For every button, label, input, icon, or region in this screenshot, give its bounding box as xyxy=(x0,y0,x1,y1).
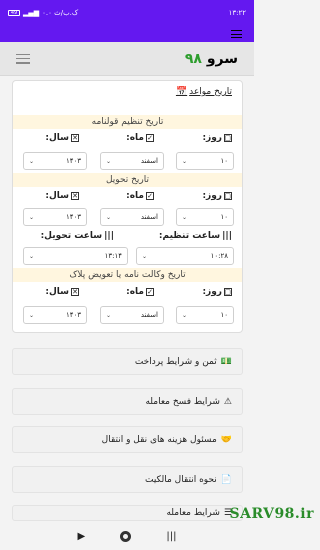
year-label: ✕ سال: xyxy=(45,191,79,201)
checkbox-icon: ▢ xyxy=(224,288,232,296)
app-bar xyxy=(0,26,254,42)
year-select[interactable]: ⌄ ۱۴۰۳ xyxy=(23,306,87,324)
day-select[interactable]: ⌄ ۱۰ xyxy=(176,152,234,170)
handshake-icon: 🤝 xyxy=(220,434,232,445)
accordion-label: نحوه انتقال مالکیت xyxy=(144,474,217,485)
day-label: ▢ روز: xyxy=(202,133,232,143)
year-label: ✕ سال: xyxy=(45,133,79,143)
month-select[interactable]: ⌄ اسفند xyxy=(100,208,164,226)
home-icon[interactable] xyxy=(120,530,132,542)
month-select[interactable]: ⌄ اسفند xyxy=(100,152,164,170)
accordion-label: شرایط فسخ معامله xyxy=(145,396,220,407)
back-icon[interactable]: ▶ xyxy=(78,531,86,542)
accordion-transfer-costs[interactable]: مسئول هزینه های نقل و انتقال 🤝 xyxy=(12,426,243,453)
accordion-payment[interactable]: ثمن و شرایط پرداخت 💵 xyxy=(12,348,243,375)
android-nav-bar: ▶ ||| xyxy=(0,522,254,550)
money-icon: 💵 xyxy=(220,356,232,367)
brand-number: ۹۸ xyxy=(184,50,202,67)
year-label: ✕ سال: xyxy=(45,287,79,297)
month-select[interactable]: ⌄ اسفند xyxy=(100,306,164,324)
barcode-icon: ||| xyxy=(222,231,232,241)
checkbox-icon: ✓ xyxy=(146,134,154,142)
barcode-icon: ||| xyxy=(104,231,114,241)
section-title-contract: تاریخ تنظیم قولنامه xyxy=(13,115,242,129)
year-select[interactable]: ⌄ ۱۴۰۳ xyxy=(23,208,87,226)
site-header: سرو ۹۸ xyxy=(0,42,254,76)
checkbox-icon: ✕ xyxy=(71,288,79,296)
dates-card: 📅 تاریخ مواعد تاریخ تنظیم قولنامه ▢ روز: … xyxy=(12,80,243,333)
accordion-label: شرایط معامله xyxy=(166,508,220,518)
document-icon: 📄 xyxy=(220,474,232,485)
battery-icon: 49 xyxy=(8,10,20,16)
brand-logo[interactable]: سرو ۹۸ xyxy=(185,51,238,67)
net-speed: ۰.۰ ک.ب/ث xyxy=(42,9,79,17)
time-delivery-select[interactable]: ⌄ ۱۳:۱۴ xyxy=(23,247,128,265)
status-left: 49 ▂▄▆ ۰.۰ ک.ب/ث xyxy=(8,9,78,17)
signal-icon: ▂▄▆ xyxy=(23,9,40,17)
status-bar: 49 ▂▄▆ ۰.۰ ک.ب/ث ۱۳:۲۲ xyxy=(0,0,254,26)
checkbox-icon: ✓ xyxy=(146,192,154,200)
year-select[interactable]: ⌄ ۱۴۰۳ xyxy=(23,152,87,170)
day-label: ▢ روز: xyxy=(202,287,232,297)
accordion-cancellation[interactable]: شرایط فسخ معامله ⚠ xyxy=(12,388,243,415)
day-label: ▢ روز: xyxy=(202,191,232,201)
accordion-terms[interactable]: شرایط معامله ☰ xyxy=(12,505,243,521)
recents-icon[interactable]: ||| xyxy=(166,531,176,542)
checkbox-icon: ▢ xyxy=(224,192,232,200)
clock: ۱۳:۲۲ xyxy=(228,9,246,17)
checkbox-icon: ✕ xyxy=(71,192,79,200)
time-set-label: ||| ساعت تنظیم: xyxy=(158,231,232,241)
section-title-delivery: تاریخ تحویل xyxy=(13,173,242,187)
calendar-icon: 📅 xyxy=(175,87,188,97)
accordion-label: مسئول هزینه های نقل و انتقال xyxy=(101,434,217,445)
brand-text: سرو xyxy=(206,50,238,67)
month-label: ✓ ماه: xyxy=(126,133,154,143)
checkbox-icon: ✕ xyxy=(71,134,79,142)
top-menu-icon[interactable] xyxy=(231,30,242,38)
month-label: ✓ ماه: xyxy=(126,287,154,297)
card-title: 📅 تاریخ مواعد xyxy=(176,87,232,97)
watermark: SARV98.ir xyxy=(229,506,314,522)
checkbox-icon: ✓ xyxy=(146,288,154,296)
time-delivery-label: ||| ساعت تحویل: xyxy=(40,231,114,241)
accordion-label: ثمن و شرایط پرداخت xyxy=(134,356,217,367)
warning-icon: ⚠ xyxy=(223,396,232,407)
month-label: ✓ ماه: xyxy=(126,191,154,201)
card-title-text: تاریخ مواعد xyxy=(189,87,232,97)
section-title-proxy: تاریخ وکالت نامه یا تعویض پلاک xyxy=(13,268,242,282)
menu-icon[interactable] xyxy=(16,53,30,64)
day-select[interactable]: ⌄ ۱۰ xyxy=(176,306,234,324)
time-set-select[interactable]: ⌄ ۱۰:۲۸ xyxy=(136,247,234,265)
day-select[interactable]: ⌄ ۱۰ xyxy=(176,208,234,226)
checkbox-icon: ▢ xyxy=(224,134,232,142)
accordion-ownership[interactable]: نحوه انتقال مالکیت 📄 xyxy=(12,466,243,493)
